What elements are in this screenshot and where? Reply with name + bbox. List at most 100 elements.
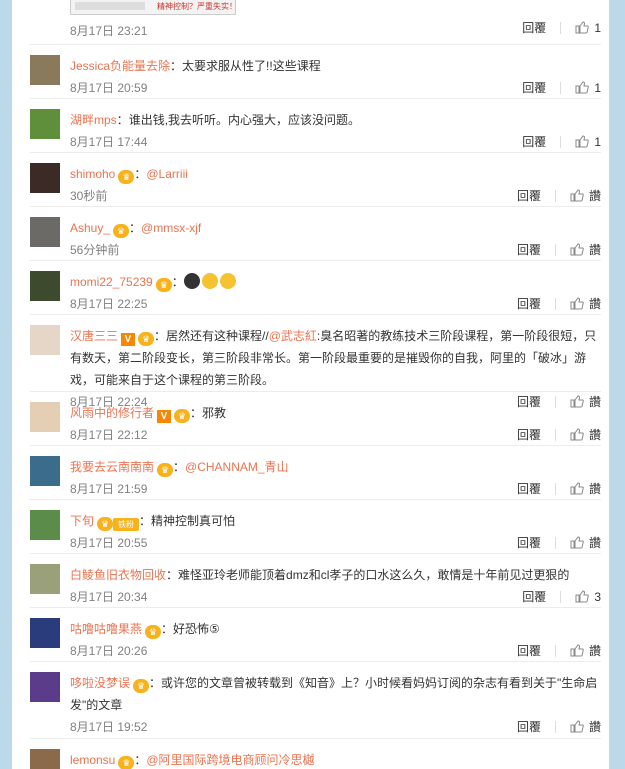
avatar[interactable] [30, 510, 60, 540]
reply-link[interactable]: 回覆 [517, 536, 541, 550]
comment-text: 太要求服从性了!!这些课程 [182, 59, 321, 73]
avatar[interactable] [30, 402, 60, 432]
emoji-icon [201, 273, 218, 289]
member-crown-icon: ♛ [157, 463, 174, 477]
member-crown-icon: ♛ [97, 517, 114, 531]
comment-item: 汉唐三三 V ♛ ：居然还有这种课程//@武志紅:臭名昭著的教练技术三阶段课程，第一阶… [30, 315, 601, 409]
reply-link[interactable]: 回覆 [517, 644, 541, 658]
fan-badge-icon: 铁粉 [113, 518, 140, 531]
reply-link[interactable]: 回覆 [522, 590, 546, 604]
reply-link[interactable]: 回覆 [522, 135, 546, 149]
comment-separator: ： [166, 568, 179, 582]
comment-content: momi22_75239 ♛： [70, 271, 601, 293]
mention-link[interactable]: @武志紅 [269, 329, 317, 343]
mention-link[interactable]: @CHANNAM_青山 [185, 460, 289, 474]
emoji-icon [219, 273, 236, 289]
reply-link[interactable]: 回覆 [522, 81, 546, 95]
mention-link[interactable]: @Larriii [146, 167, 188, 181]
commenter-name[interactable]: Ashuy_ [70, 221, 110, 235]
thumbs-up-icon[interactable] [575, 81, 590, 94]
commenter-name[interactable]: 湖畔mps [70, 113, 117, 127]
commenter-name[interactable]: 咕噜咕噜果燕 [70, 622, 142, 636]
commenter-name[interactable]: 风雨中的修行者 [70, 406, 154, 420]
comment-separator: ： [139, 514, 152, 528]
comment-separator: ： [129, 221, 142, 235]
avatar[interactable] [30, 749, 60, 769]
commenter-name[interactable]: 哆啦没梦误 [70, 676, 130, 690]
comment-content: 白鲮鱼旧衣物回收：难怪亚玲老师能顶着dmz和cl孝子的口水这么久，敢情是十年前见… [70, 564, 601, 586]
comment-list: 精神控制？严重失实！ 8月17日 23:21 回覆 1 Jessica负能量去除：… [30, 0, 601, 769]
thumbs-up-icon[interactable] [570, 482, 584, 495]
avatar[interactable] [30, 163, 60, 193]
reply-link[interactable]: 回覆 [517, 720, 541, 734]
avatar[interactable] [30, 109, 60, 139]
comment-time: 8月17日 19:52 [70, 720, 148, 734]
avatar[interactable] [30, 217, 60, 247]
commenter-name[interactable]: momi22_75239 [70, 275, 153, 289]
like-count: 讚 [588, 482, 601, 496]
commenter-name[interactable]: lemonsu [70, 753, 115, 767]
avatar[interactable] [30, 618, 60, 648]
comment-image-thumbnail[interactable]: 精神控制？严重失实！ [70, 0, 236, 15]
comment-separator: ： [134, 753, 147, 767]
reply-link[interactable]: 回覆 [522, 21, 546, 35]
comment-time: 8月17日 20:26 [70, 644, 148, 658]
comment-content: 汉唐三三 V ♛ ：居然还有这种课程//@武志紅:臭名昭著的教练技术三阶段课程，第一阶… [70, 325, 601, 391]
thumbs-up-icon[interactable] [570, 536, 584, 549]
verified-v-icon: V [121, 333, 136, 346]
comment-text: 好恐怖⑤ [173, 622, 220, 636]
thumbs-up-icon[interactable] [575, 135, 590, 148]
thumbs-up-icon[interactable] [570, 189, 584, 202]
commenter-name[interactable]: 下旬 [70, 514, 94, 528]
thumbs-up-icon[interactable] [570, 297, 584, 310]
comment-content: lemonsu ♛ ：@阿里国际跨境电商顾问冷思樾 [70, 749, 601, 769]
commenter-name[interactable]: Jessica负能量去除 [70, 59, 170, 73]
comment-text: 难怪亚玲老师能顶着dmz和cl孝子的口水这么久，敢情是十年前见过更狠的 [178, 568, 570, 582]
comment-content: 我要去云南南南 ♛ ：@CHANNAM_青山 [70, 456, 601, 478]
verified-v-icon: V [157, 410, 172, 423]
comment-item: Ashuy_ ♛ ：@mmsx-xjf 56分钟前 回覆 讚 [30, 207, 601, 261]
comment-separator: ： [161, 622, 174, 636]
member-crown-icon: ♛ [118, 756, 135, 769]
comment-separator: ： [149, 676, 162, 690]
reply-link[interactable]: 回覆 [517, 482, 541, 496]
comment-text: 邪教 [202, 406, 227, 420]
thumbs-up-icon[interactable] [570, 428, 584, 441]
thumbs-up-icon[interactable] [570, 644, 584, 657]
comment-time: 8月17日 22:12 [70, 428, 148, 442]
commenter-name[interactable]: shimoho [70, 167, 115, 181]
comments-panel: 精神控制？严重失实！ 8月17日 23:21 回覆 1 Jessica负能量去除：… [12, 0, 609, 769]
avatar[interactable] [30, 564, 60, 594]
avatar[interactable] [30, 672, 60, 702]
member-crown-icon: ♛ [113, 224, 130, 238]
avatar[interactable] [30, 456, 60, 486]
emoji-icon [183, 273, 200, 289]
reply-link[interactable]: 回覆 [517, 189, 541, 203]
avatar[interactable] [30, 325, 60, 355]
thumbs-up-icon[interactable] [570, 243, 584, 256]
reply-link[interactable]: 回覆 [517, 428, 541, 442]
thumbs-up-icon[interactable] [575, 590, 590, 603]
mention-link[interactable]: @阿里国际跨境电商顾问冷思樾 [146, 753, 314, 767]
commenter-name[interactable]: 白鲮鱼旧衣物回收 [70, 568, 166, 582]
commenter-name[interactable]: 我要去云南南南 [70, 460, 154, 474]
reply-link[interactable]: 回覆 [517, 243, 541, 257]
like-count: 3 [594, 590, 601, 604]
reply-link[interactable]: 回覆 [517, 297, 541, 311]
member-crown-icon: ♛ [118, 170, 135, 184]
thumbs-up-icon[interactable] [575, 21, 590, 34]
comment-item: shimoho ♛ ：@Larriii 30秒前 回覆 讚 [30, 153, 601, 207]
comment-item: lemonsu ♛ ：@阿里国际跨境电商顾问冷思樾 [30, 739, 601, 769]
comment-separator: ： [173, 460, 186, 474]
like-count: 讚 [588, 644, 601, 658]
like-count: 讚 [588, 536, 601, 550]
avatar[interactable] [30, 55, 60, 85]
mention-link[interactable]: @mmsx-xjf [141, 221, 201, 235]
like-count: 1 [594, 81, 601, 95]
commenter-name[interactable]: 汉唐三三 [70, 329, 118, 343]
thumbs-up-icon[interactable] [570, 720, 584, 733]
comment-content: 湖畔mps：谁出钱,我去听听。内心强大，应该没问题。 [70, 109, 601, 131]
comment-item: 白鲮鱼旧衣物回收：难怪亚玲老师能顶着dmz和cl孝子的口水这么久，敢情是十年前见… [30, 554, 601, 608]
comment-item: 哆啦没梦误 ♛ ：或许您的文章曾被转载到《知音》上？小时候看妈妈订阅的杂志有看到关于… [30, 662, 601, 739]
avatar[interactable] [30, 271, 60, 301]
